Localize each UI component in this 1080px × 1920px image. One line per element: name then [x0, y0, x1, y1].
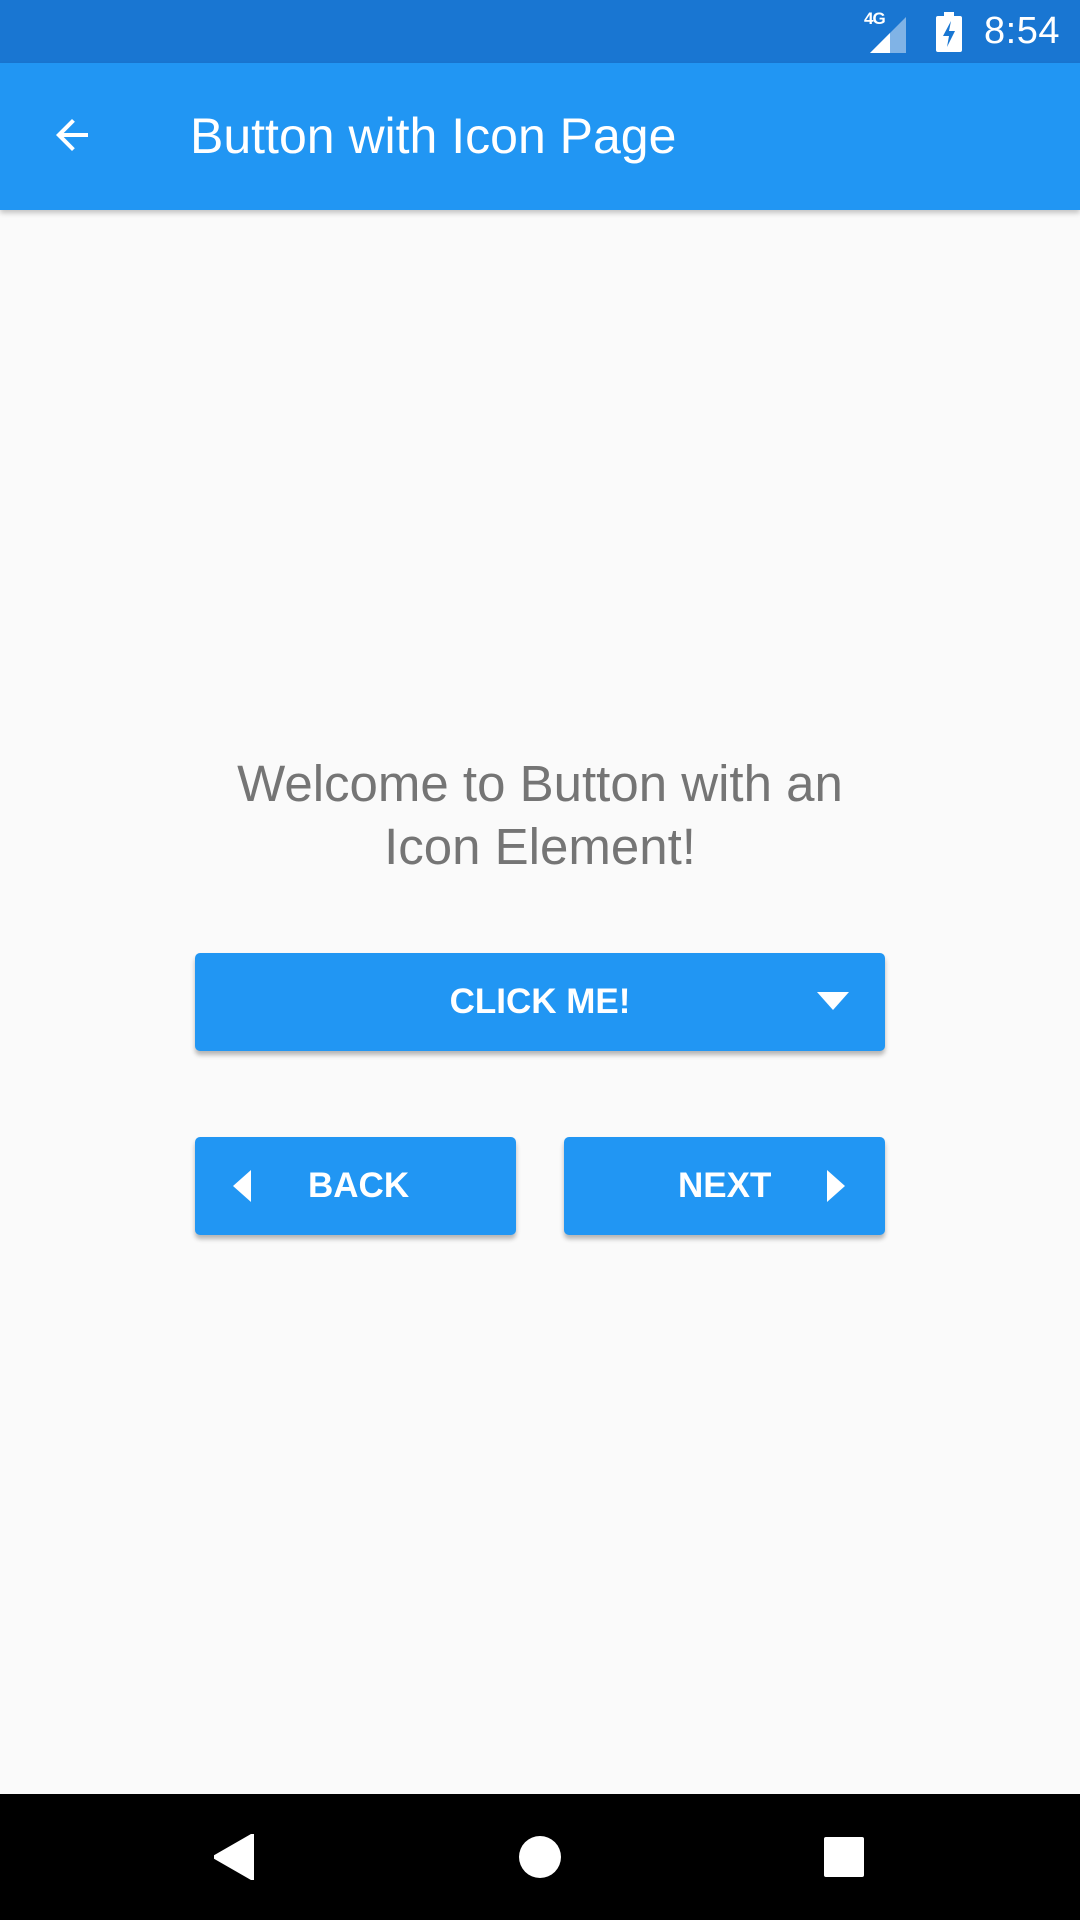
nav-home-icon [519, 1836, 561, 1878]
caret-right-icon [827, 1170, 845, 1202]
battery-charging-icon [936, 11, 963, 52]
welcome-message: Welcome to Button with an Icon Element! [140, 752, 940, 878]
status-icons: 4G 8:54 [864, 0, 1060, 63]
nav-home-button[interactable] [518, 1835, 562, 1884]
nav-recents-icon [824, 1837, 864, 1877]
next-label: NEXT [678, 1166, 772, 1205]
system-navigation-bar [0, 1794, 1080, 1920]
caret-left-icon [233, 1170, 251, 1202]
click-me-label: CLICK ME! [449, 982, 631, 1021]
back-navigation-button[interactable] [48, 111, 96, 159]
nav-back-button[interactable] [212, 1832, 256, 1885]
page-title: Button with Icon Page [190, 108, 677, 164]
back-label: BACK [308, 1166, 410, 1205]
signal-icon [870, 16, 907, 53]
caret-down-icon [817, 992, 849, 1010]
status-clock: 8:54 [984, 10, 1060, 52]
app-bar: Button with Icon Page [0, 63, 1080, 210]
back-button[interactable]: BACK [195, 1137, 516, 1235]
nav-recents-button[interactable] [824, 1837, 864, 1882]
welcome-line-1: Welcome to Button with an [237, 755, 843, 812]
status-bar: 4G 8:54 [0, 0, 1080, 63]
nav-back-icon [212, 1832, 256, 1882]
next-button[interactable]: NEXT [564, 1137, 885, 1235]
welcome-line-2: Icon Element! [384, 818, 696, 875]
signal-indicator: 4G [864, 9, 914, 53]
click-me-button[interactable]: CLICK ME! [195, 953, 885, 1051]
arrow-left-icon [56, 119, 88, 151]
